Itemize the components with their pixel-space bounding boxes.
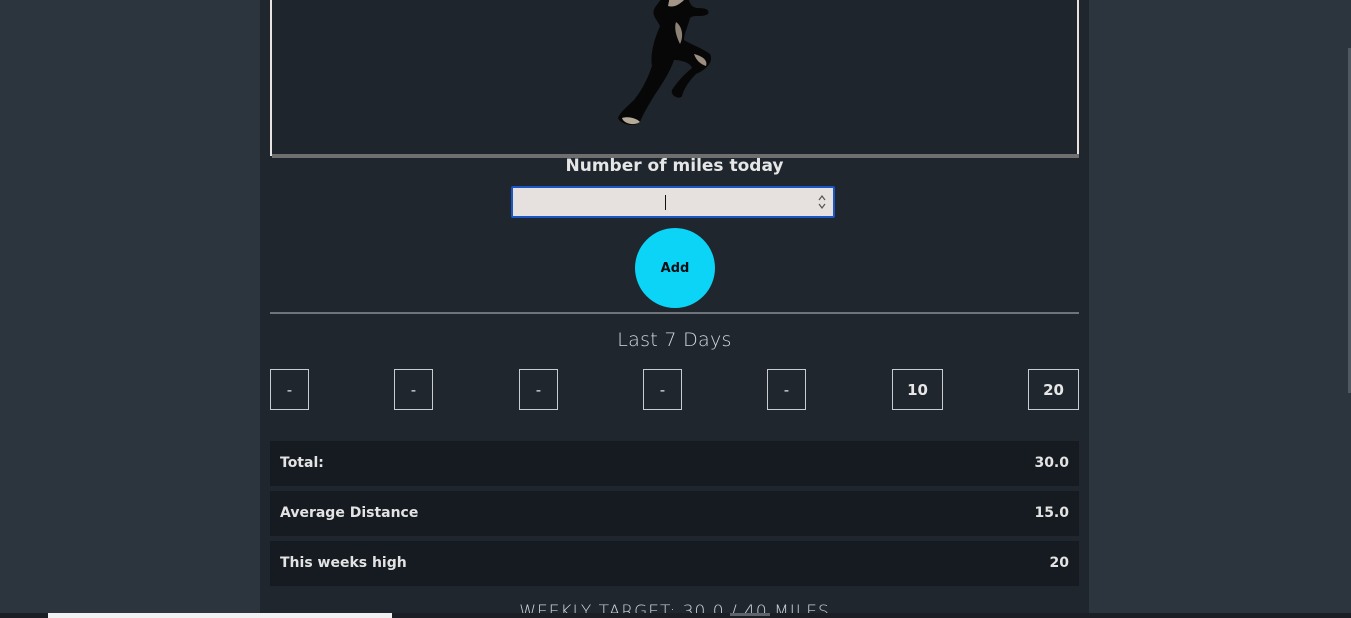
day-box: - — [394, 369, 433, 410]
average-value: 15.0 — [1034, 505, 1069, 521]
day-box: - — [270, 369, 309, 410]
bottom-indicator — [730, 613, 770, 616]
total-row: Total: 30.0 — [270, 441, 1079, 486]
day-box: - — [643, 369, 682, 410]
number-spinner-icon[interactable] — [818, 193, 826, 211]
day-box: 20 — [1028, 369, 1079, 410]
miles-label: Number of miles today — [565, 156, 784, 176]
text-caret — [665, 195, 666, 210]
weekly-high-row: This weeks high 20 — [270, 541, 1079, 586]
total-label: Total: — [280, 455, 324, 471]
main-column: Number of miles today Add Last 7 Days - … — [260, 0, 1089, 613]
average-label: Average Distance — [280, 505, 419, 521]
weekly-high-label: This weeks high — [280, 555, 407, 571]
last-7-days-title: Last 7 Days — [617, 329, 732, 351]
weekly-high-value: 20 — [1049, 555, 1069, 571]
runner-silhouette-icon — [618, 0, 711, 125]
day-box: 10 — [892, 369, 943, 410]
add-button[interactable]: Add — [635, 228, 715, 308]
day-box: - — [767, 369, 806, 410]
hero-image-frame — [270, 0, 1079, 156]
section-divider — [270, 312, 1079, 314]
total-value: 30.0 — [1034, 455, 1069, 471]
day-box: - — [519, 369, 558, 410]
weekly-target: WEEKLY TARGET: 30.0 / 40 MILES — [519, 602, 830, 613]
page-scrollbar[interactable] — [1341, 0, 1351, 613]
bottom-tab[interactable] — [48, 613, 392, 618]
miles-input[interactable] — [511, 186, 835, 218]
average-row: Average Distance 15.0 — [270, 491, 1079, 536]
